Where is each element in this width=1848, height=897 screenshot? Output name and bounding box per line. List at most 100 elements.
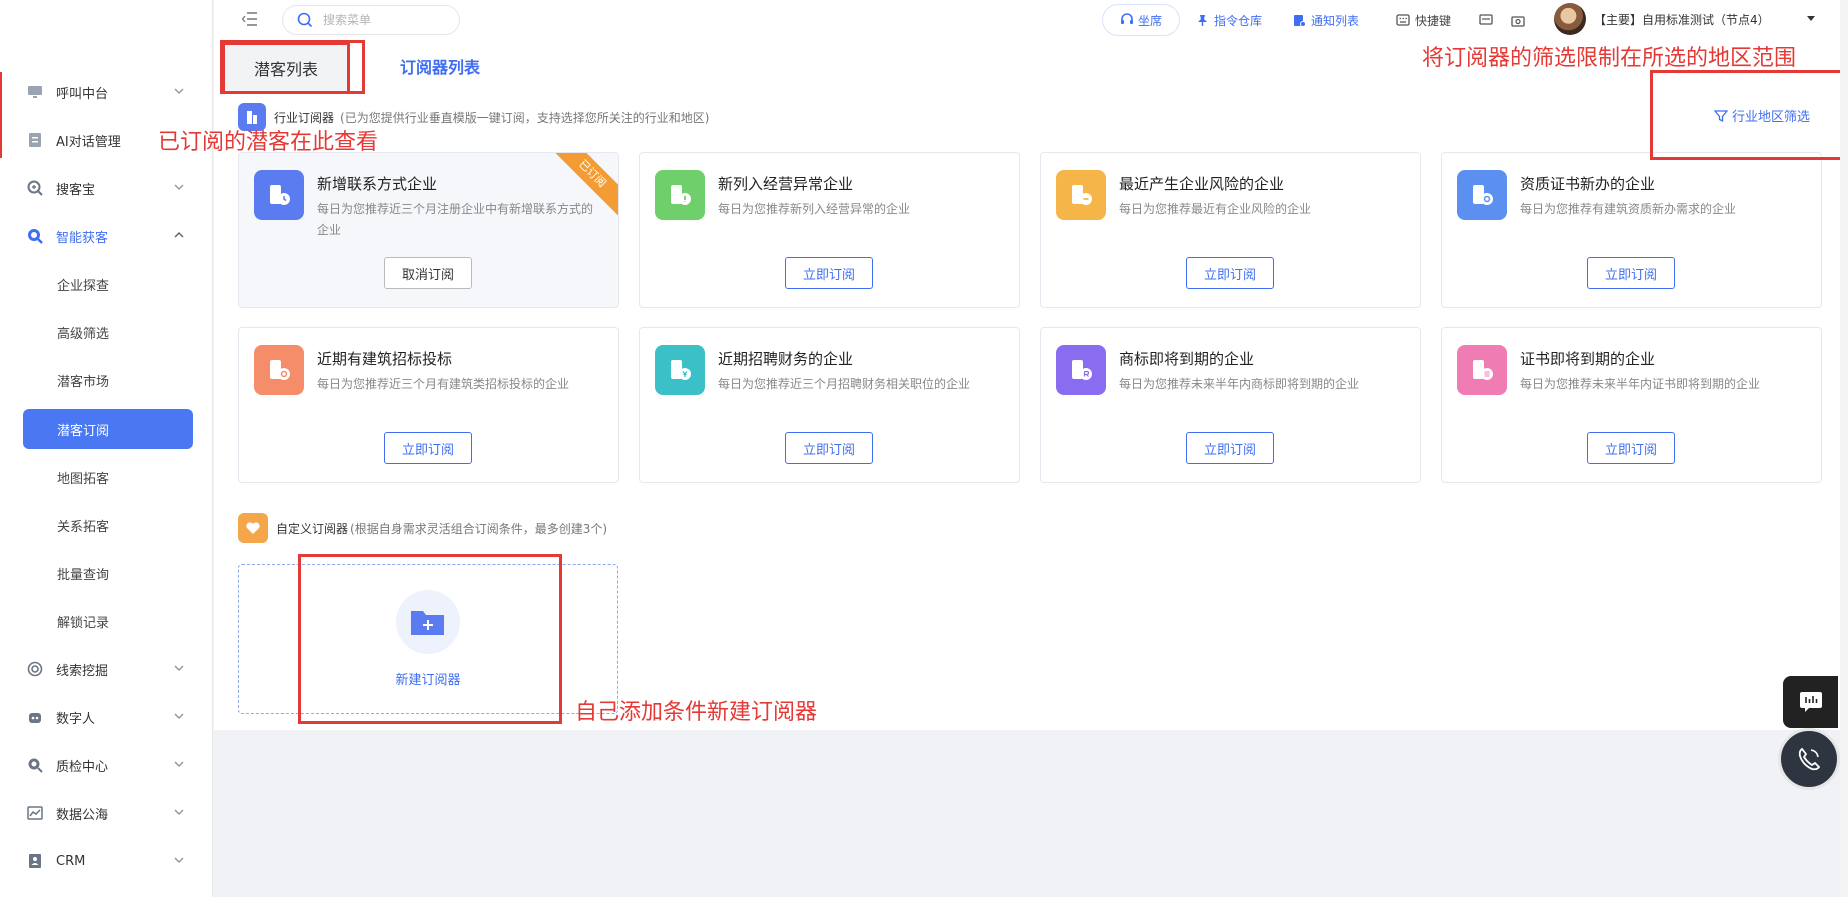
chevron-down-icon xyxy=(174,184,184,191)
subscribe-button[interactable]: 立即订阅 xyxy=(1587,432,1675,464)
card-title: 证书即将到期的企业 xyxy=(1520,350,1656,368)
sidebar-sub-map-acquire[interactable]: 地图拓客 xyxy=(57,457,109,497)
sidebar-item-label: 线索挖掘 xyxy=(56,663,109,679)
caret-down-icon[interactable] xyxy=(1807,16,1815,21)
screenshot-button[interactable] xyxy=(1511,9,1530,31)
chevron-down-icon xyxy=(174,665,184,672)
notice-label: 通知列表 xyxy=(1311,13,1360,28)
expiring-cert-icon xyxy=(1457,345,1507,395)
annotation-box-filter xyxy=(1650,70,1843,160)
sidebar-sub-relation-acquire[interactable]: 关系拓客 xyxy=(57,505,109,545)
subscriber-card: 近期有建筑招标投标 每日为您推荐近三个月有建筑类招标投标的企业 立即订阅 xyxy=(238,327,619,483)
card-desc: 每日为您推荐有建筑资质新办需求的企业 xyxy=(1520,202,1737,216)
card-desc: 每日为您推荐近三个月注册企业中有新增联系方式的企业 xyxy=(317,202,594,237)
subscriber-card: 证书即将到期的企业 每日为您推荐未来半年内证书即将到期的企业 立即订阅 xyxy=(1441,327,1822,483)
phone-icon xyxy=(1798,747,1821,771)
magnifier-icon xyxy=(26,756,44,774)
chevron-down-icon xyxy=(174,857,184,864)
card-title: 商标即将到期的企业 xyxy=(1119,350,1255,368)
chart-icon xyxy=(26,804,44,822)
sidebar-item-label: 呼叫中台 xyxy=(56,86,109,102)
phone-widget-button[interactable] xyxy=(1778,728,1840,790)
card-title: 新增联系方式企业 xyxy=(317,175,438,193)
subscribe-button[interactable]: 立即订阅 xyxy=(785,257,873,289)
sidebar-item-call-center[interactable]: 呼叫中台 xyxy=(0,72,213,112)
sidebar-item-label: 数字人 xyxy=(56,711,96,727)
avatar[interactable] xyxy=(1554,3,1586,35)
sidebar-item-label: 智能获客 xyxy=(56,230,109,246)
search-input[interactable] xyxy=(323,13,443,27)
monitor-icon xyxy=(26,83,44,101)
sidebar-item-smart-acquire[interactable]: 智能获客 xyxy=(0,216,213,256)
sidebar-sub-batch-query[interactable]: 批量查询 xyxy=(57,553,109,593)
chevron-up-icon xyxy=(174,231,184,238)
screen-icon xyxy=(1479,14,1493,25)
subscribe-button[interactable]: 立即订阅 xyxy=(384,432,472,464)
industry-desc: (已为您提供行业垂直模版一键订阅，支持选择您所关注的行业和地区) xyxy=(340,110,710,125)
custom-section-title: 自定义订阅器 (根据自身需求灵活组合订阅条件，最多创建3个) xyxy=(238,513,607,543)
user-name[interactable]: 【主要】自用标准测试（节点4） xyxy=(1594,11,1770,28)
sidebar-item-label: 数据公海 xyxy=(56,807,109,823)
sidebar-item-label: AI对话管理 xyxy=(56,134,121,150)
document-icon xyxy=(26,131,44,149)
subscriber-card: 商标即将到期的企业 每日为您推荐未来半年内商标即将到期的企业 立即订阅 xyxy=(1040,327,1421,483)
sidebar-item-qc-center[interactable]: 质检中心 xyxy=(0,745,213,785)
risk-icon xyxy=(1056,170,1106,220)
tab-subscriber-list[interactable]: 订阅器列表 xyxy=(400,40,480,92)
target-icon xyxy=(26,660,44,678)
command-repo-button[interactable]: 指令仓库 xyxy=(1196,9,1262,31)
subscriber-card: 已订阅 新增联系方式企业 每日为您推荐近三个月注册企业中有新增联系方式的企业 取… xyxy=(238,152,619,308)
sidebar-item-soukebao[interactable]: 搜客宝 xyxy=(0,168,213,208)
sidebar-sub-unlock-records[interactable]: 解锁记录 xyxy=(57,601,109,641)
annotation-text-new: 自己添加条件新建订阅器 xyxy=(575,700,818,725)
subscribe-button[interactable]: 立即订阅 xyxy=(1186,432,1274,464)
card-title: 新列入经营异常企业 xyxy=(718,175,854,193)
chevron-down-icon xyxy=(174,761,184,768)
screen-button[interactable] xyxy=(1479,9,1498,31)
sidebar-sub-prospect-market[interactable]: 潜客市场 xyxy=(57,360,109,400)
sidebar-sub-enterprise-explore[interactable]: 企业探查 xyxy=(57,264,109,304)
search-icon xyxy=(297,12,313,28)
subscribe-button[interactable]: 立即订阅 xyxy=(1186,257,1274,289)
search-plus-icon xyxy=(26,179,44,197)
notice-list-button[interactable]: 通知列表 xyxy=(1293,9,1359,31)
unsubscribe-button[interactable]: 取消订阅 xyxy=(384,257,472,289)
sidebar-item-data-sea[interactable]: 数据公海 xyxy=(0,793,213,833)
chevron-down-icon xyxy=(174,88,184,95)
headset-icon xyxy=(1120,13,1133,24)
sidebar-sub-prospect-subscribe[interactable]: 潜客订阅 xyxy=(23,409,193,449)
subscribe-button[interactable]: 立即订阅 xyxy=(785,432,873,464)
notice-icon xyxy=(1294,14,1306,27)
sidebar-item-lead-mining[interactable]: 线索挖掘 xyxy=(0,649,213,689)
contact-icon xyxy=(26,852,44,870)
sidebar-item-digital-human[interactable]: 数字人 xyxy=(0,697,213,737)
card-title: 最近产生企业风险的企业 xyxy=(1119,175,1285,193)
top-header: 坐席 指令仓库 通知列表 快捷键 【主要】自用标准测试（节点4） xyxy=(214,0,1848,40)
subscriber-card: 资质证书新办的企业 每日为您推荐有建筑资质新办需求的企业 立即订阅 xyxy=(1441,152,1822,308)
sidebar-item-label: 搜客宝 xyxy=(56,182,96,198)
page-scrollbar[interactable] xyxy=(1840,0,1848,897)
subscriber-card: 近期招聘财务的企业 每日为您推荐近三个月招聘财务相关职位的企业 立即订阅 xyxy=(639,327,1020,483)
seat-button[interactable]: 坐席 xyxy=(1102,4,1180,36)
trademark-icon xyxy=(1056,345,1106,395)
search-icon xyxy=(26,227,44,245)
sidebar-item-crm[interactable]: CRM xyxy=(0,841,213,881)
annotation-box-tab xyxy=(220,40,365,94)
chevron-down-icon xyxy=(174,809,184,816)
menu-collapse-icon[interactable] xyxy=(242,12,258,26)
chevron-down-icon xyxy=(174,713,184,720)
shortcut-button[interactable]: 快捷键 xyxy=(1396,9,1451,31)
robot-icon xyxy=(26,708,44,726)
chat-widget-button[interactable] xyxy=(1783,676,1838,728)
sidebar-item-label: 质检中心 xyxy=(56,759,109,775)
subscribe-button[interactable]: 立即订阅 xyxy=(1587,257,1675,289)
card-title: 近期招聘财务的企业 xyxy=(718,350,854,368)
sidebar-sub-advanced-filter[interactable]: 高级筛选 xyxy=(57,312,109,352)
custom-desc: (根据自身需求灵活组合订阅条件，最多创建3个) xyxy=(350,521,608,536)
card-desc: 每日为您推荐未来半年内证书即将到期的企业 xyxy=(1520,377,1761,391)
camera-icon xyxy=(1511,15,1525,27)
card-title: 资质证书新办的企业 xyxy=(1520,175,1656,193)
menu-search[interactable] xyxy=(282,5,460,35)
pin-icon xyxy=(1198,14,1207,26)
annotation-text-subscribed: 已订阅的潜客在此查看 xyxy=(158,130,379,155)
